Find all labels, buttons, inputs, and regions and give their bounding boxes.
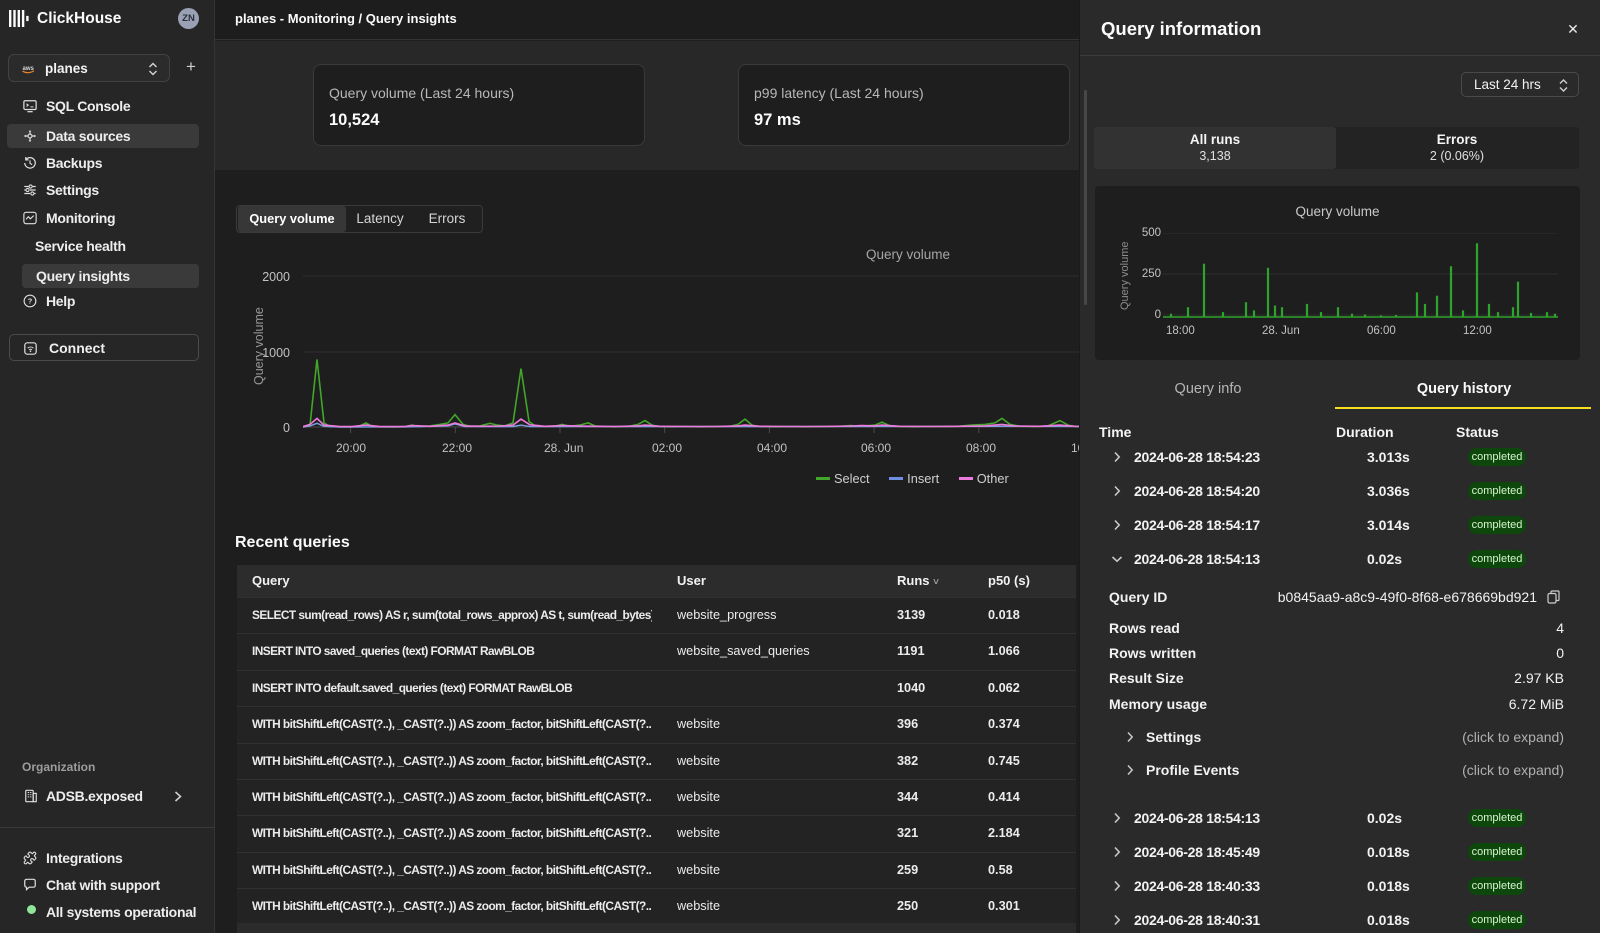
svg-text:?: ?: [28, 297, 33, 306]
